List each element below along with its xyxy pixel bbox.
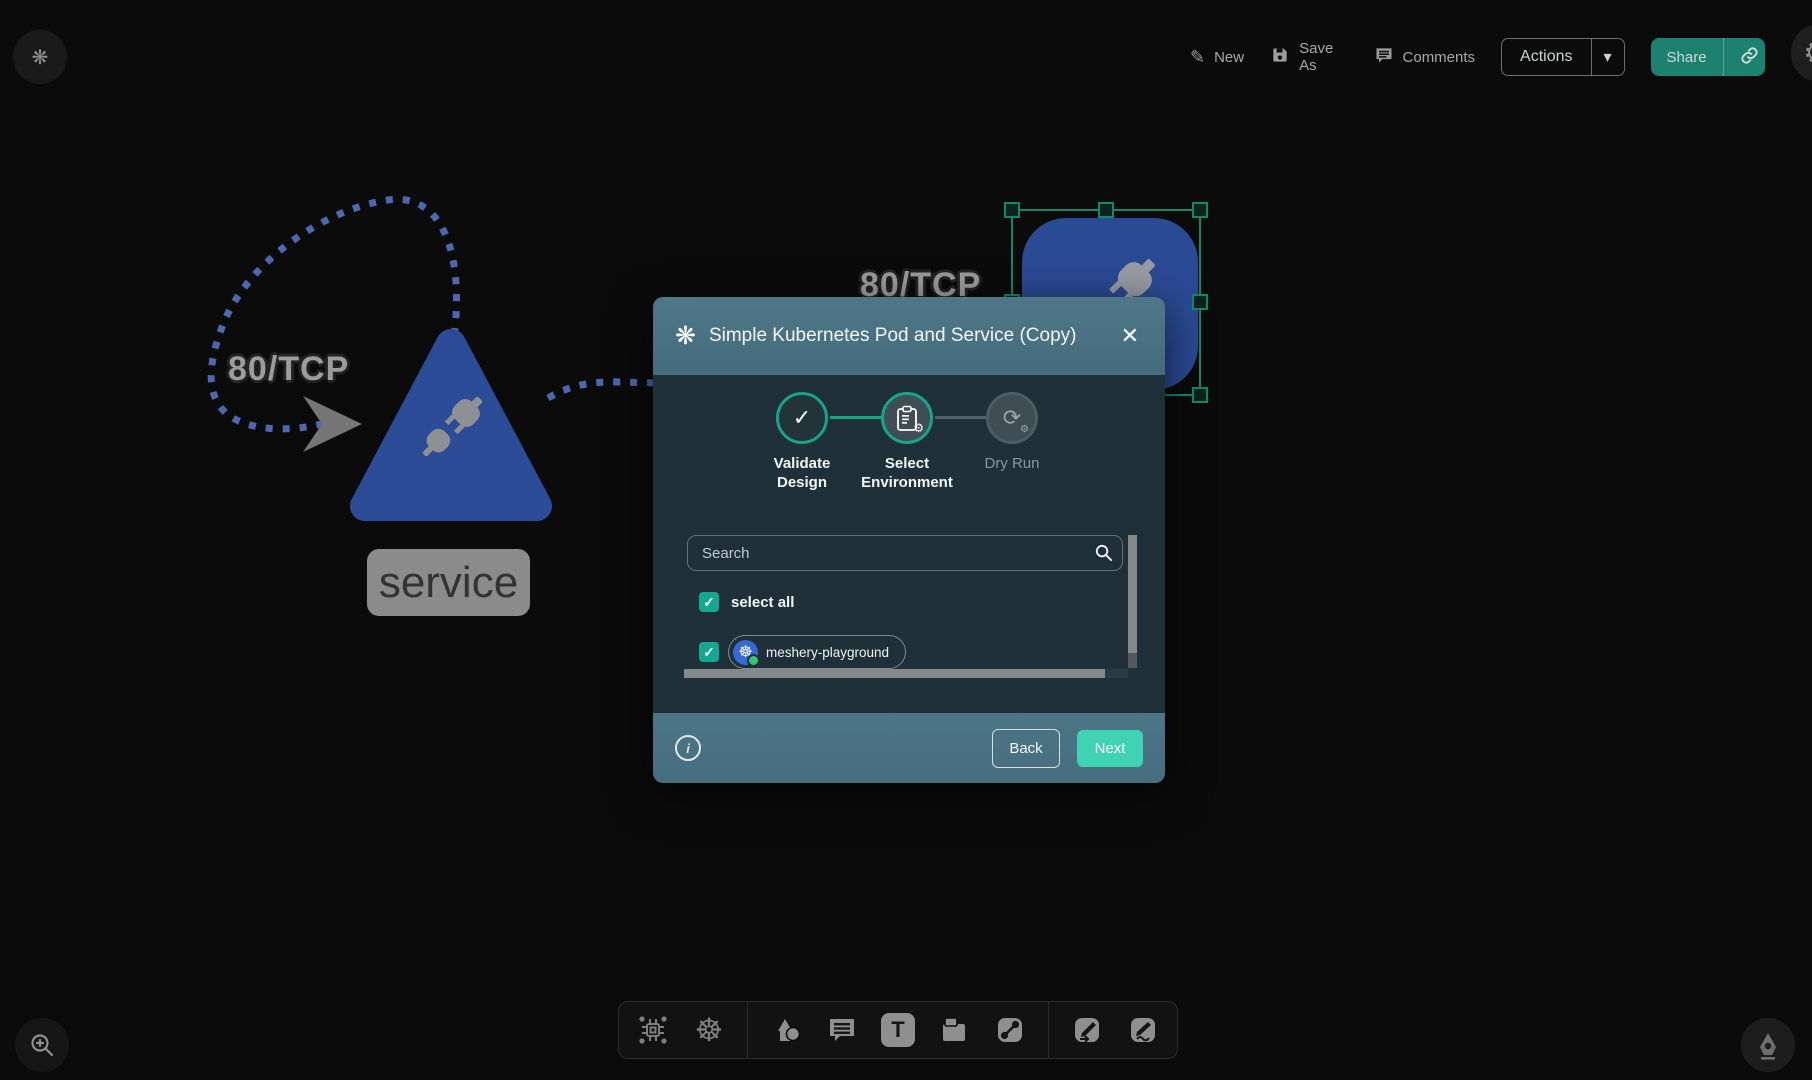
service-node-label: service	[367, 549, 530, 616]
toolbar-divider	[1048, 1002, 1049, 1058]
environment-item-row: ✓ ☸ meshery-playground	[699, 635, 906, 669]
gear-icon: ⚙	[913, 421, 924, 435]
components-tool-button[interactable]	[635, 1012, 671, 1048]
new-label: New	[1214, 49, 1244, 66]
chevron-down-icon: ▾	[1604, 47, 1612, 67]
draw-edge-tool-button[interactable]	[1069, 1012, 1105, 1048]
shapes-icon	[770, 1014, 802, 1046]
comments-button[interactable]: Comments	[1374, 45, 1476, 69]
circuit-icon	[637, 1014, 669, 1046]
modal-header: ❋ Simple Kubernetes Pod and Service (Cop…	[653, 297, 1165, 375]
connection-status-dot	[747, 654, 760, 667]
step-label-dry-run: Dry Run	[977, 455, 1047, 474]
freehand-draw-tool-button[interactable]	[1125, 1012, 1161, 1048]
step-validate-design: ✓	[776, 392, 828, 444]
comment-icon	[1374, 45, 1394, 69]
kubernetes-tool-button[interactable]: ☸	[691, 1012, 727, 1048]
edge-style-tool-button[interactable]	[992, 1012, 1028, 1048]
sync-icon: ⟳	[1003, 405, 1021, 431]
text-icon: T	[891, 1017, 904, 1043]
scrollbar-corner	[1128, 653, 1137, 668]
check-icon: ✓	[703, 644, 715, 661]
environment-checkbox[interactable]: ✓	[699, 642, 719, 662]
toolbar-divider	[747, 1002, 748, 1058]
modal-footer: i Back Next	[653, 713, 1165, 783]
step-label-validate-design: Validate Design	[767, 455, 837, 493]
dotted-link-icon	[994, 1014, 1026, 1046]
step-connector	[830, 416, 883, 419]
modal-title: Simple Kubernetes Pod and Service (Copy)	[709, 325, 1117, 347]
image-icon	[938, 1014, 970, 1046]
meshery-logo-icon: ❋	[675, 321, 696, 351]
kubernetes-icon: ☸	[695, 1011, 724, 1049]
next-button[interactable]: Next	[1077, 730, 1143, 767]
environment-search	[687, 535, 1123, 571]
environment-chip[interactable]: ☸ meshery-playground	[728, 635, 906, 669]
search-icon	[1094, 543, 1113, 567]
actions-button[interactable]: Actions	[1502, 39, 1590, 75]
share-split-button: Share	[1651, 38, 1765, 76]
shapes-tool-button[interactable]	[768, 1012, 804, 1048]
vertical-scrollbar[interactable]	[1128, 535, 1137, 668]
settings-button[interactable]: ⚙	[1791, 25, 1812, 81]
step-connector	[935, 416, 988, 419]
new-button[interactable]: ✎ New	[1190, 47, 1244, 68]
check-icon: ✓	[793, 405, 811, 431]
comment-icon	[826, 1014, 858, 1046]
gear-icon: ⚙	[1020, 424, 1029, 435]
actions-split-button: Actions ▾	[1501, 38, 1625, 76]
floppy-icon	[1270, 45, 1290, 69]
close-icon[interactable]: ✕	[1117, 319, 1143, 353]
scrollbar-thumb[interactable]	[684, 669, 1105, 678]
save-as-label: Save As	[1299, 40, 1347, 74]
horizontal-scrollbar[interactable]	[684, 669, 1128, 678]
meshery-design-canvas-page: 80/TCP 80/TCP service ❋ ✎ New Save As Co…	[0, 0, 1812, 1080]
zoom-in-button[interactable]	[15, 1018, 69, 1072]
info-icon[interactable]: i	[675, 735, 701, 761]
share-button[interactable]: Share	[1651, 38, 1723, 76]
app-menu-button[interactable]: ❋	[13, 30, 67, 84]
text-tool-button[interactable]: T	[880, 1012, 916, 1048]
select-all-label: select all	[731, 594, 794, 611]
comment-tool-button[interactable]	[824, 1012, 860, 1048]
share-link-button[interactable]	[1723, 38, 1765, 76]
check-icon: ✓	[703, 594, 715, 611]
image-tool-button[interactable]	[936, 1012, 972, 1048]
step-label-select-environment: Select Environment	[857, 455, 957, 493]
gear-icon: ⚙	[1803, 36, 1812, 71]
comments-label: Comments	[1403, 49, 1476, 66]
deploy-modal: ❋ Simple Kubernetes Pod and Service (Cop…	[653, 297, 1165, 783]
search-input[interactable]	[687, 535, 1123, 571]
save-as-button[interactable]: Save As	[1270, 40, 1347, 74]
pen-arrow-icon	[1071, 1014, 1103, 1046]
actions-dropdown-button[interactable]: ▾	[1591, 39, 1624, 75]
kubernetes-badge: ☸	[733, 640, 758, 665]
scrollbar-thumb[interactable]	[1128, 535, 1137, 653]
link-icon	[1740, 46, 1759, 69]
pen-mode-button[interactable]	[1741, 1018, 1795, 1072]
meshery-flower-icon: ❋	[32, 45, 49, 70]
edge-port-label: 80/TCP	[228, 350, 349, 389]
environment-name: meshery-playground	[766, 645, 889, 660]
top-toolbar: ✎ New Save As Comments Actions ▾ Share	[1190, 28, 1812, 86]
pencil-icon: ✎	[1190, 47, 1205, 68]
select-all-checkbox[interactable]: ✓	[699, 592, 719, 612]
step-select-environment: ⚙	[881, 392, 933, 444]
step-dry-run: ⟳ ⚙	[986, 392, 1038, 444]
canvas-toolbar: ☸ T	[618, 1001, 1178, 1059]
zoom-in-icon	[27, 1030, 57, 1060]
back-button[interactable]: Back	[992, 729, 1060, 768]
pencil-scribble-icon	[1127, 1014, 1159, 1046]
select-all-row: ✓ select all	[699, 592, 794, 612]
pen-nib-icon	[1752, 1029, 1784, 1061]
